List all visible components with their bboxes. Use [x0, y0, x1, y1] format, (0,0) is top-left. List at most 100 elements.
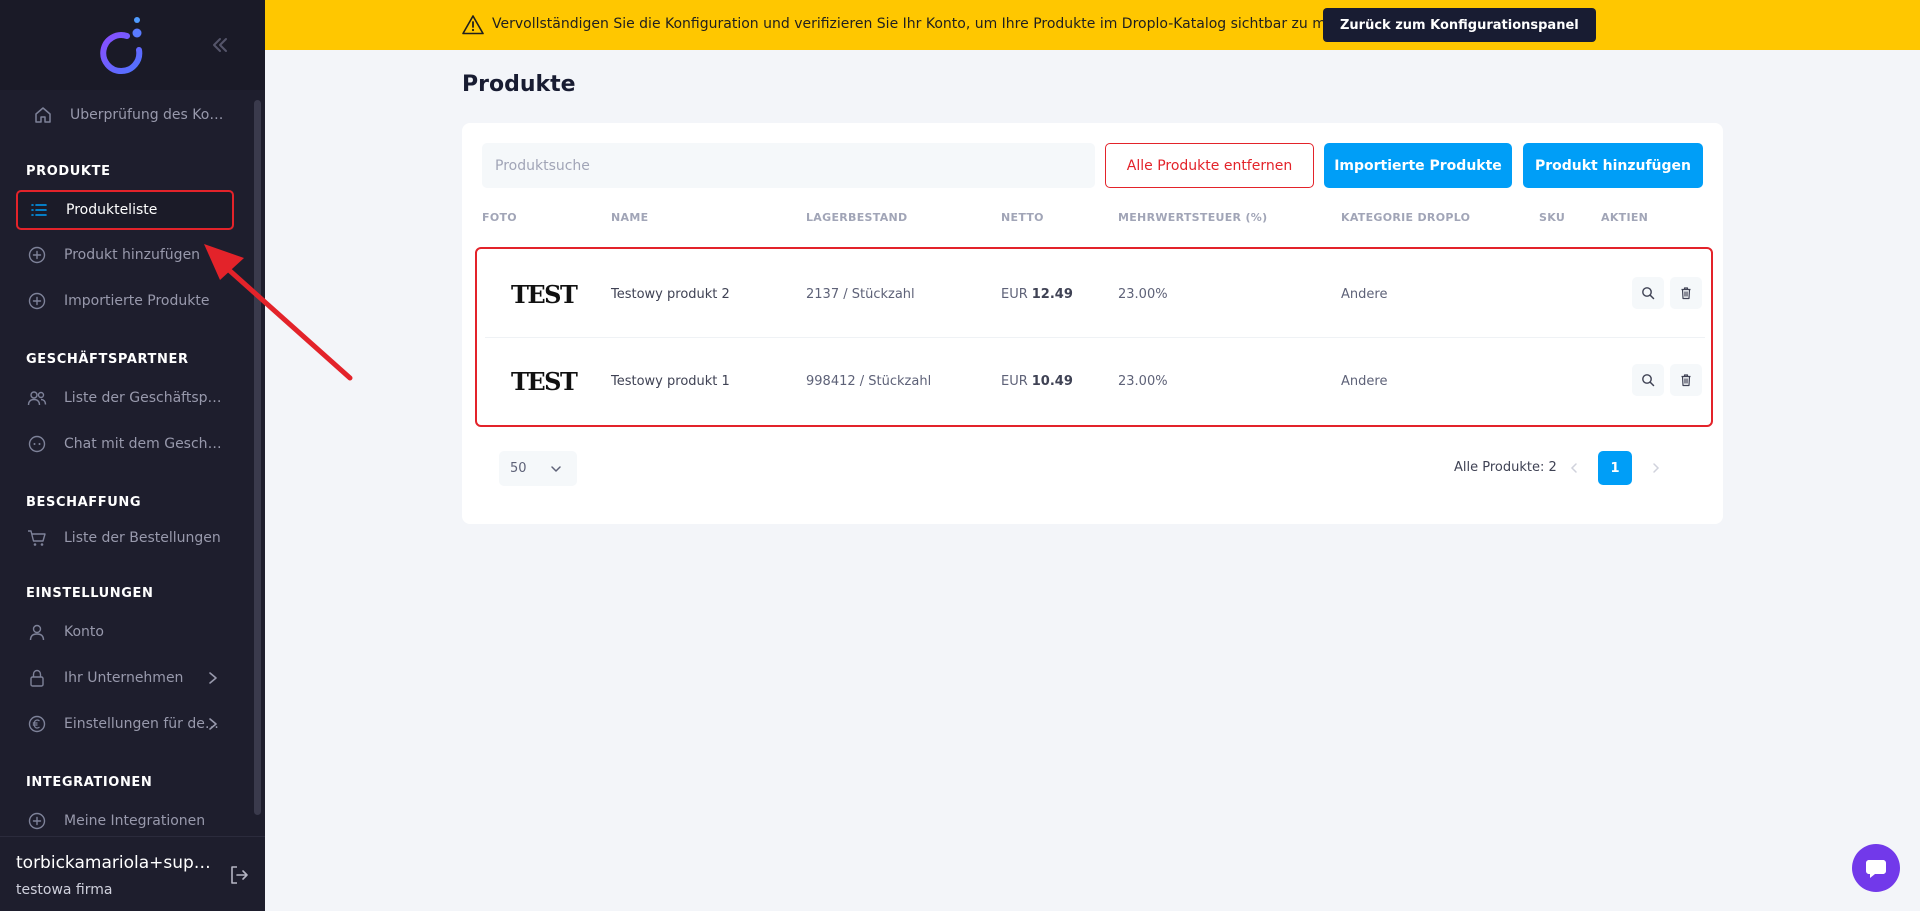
column-header-category[interactable]: KATEGORIE DROPLO [1341, 211, 1470, 224]
sidebar-item-account-review[interactable]: Überprüfung des Kontos [16, 95, 234, 135]
sidebar-item-order-list[interactable]: Liste der Bestellungen [16, 518, 234, 558]
imported-products-button[interactable]: Importierte Produkte [1324, 143, 1512, 188]
plus-circle-icon [26, 290, 48, 312]
total-products-count: Alle Produkte: 2 [1454, 460, 1557, 475]
list-icon [28, 199, 50, 221]
plus-circle-icon [26, 244, 48, 266]
delete-product-button[interactable] [1670, 277, 1702, 309]
plus-circle-icon [26, 810, 48, 832]
product-photo[interactable]: TEST [511, 338, 578, 424]
page-title: Produkte [462, 72, 576, 97]
sidebar-item-label: Liste der Bestellungen [64, 530, 221, 546]
sidebar-item-label: Meine Integrationen [64, 813, 206, 829]
sidebar-item-label: Liste der Geschäftspartner [64, 390, 224, 406]
page-size-select[interactable]: 50 [499, 451, 577, 486]
product-stock: 998412 / Stückzahl [806, 373, 932, 389]
product-net-price: EUR 10.49 [1001, 373, 1073, 389]
sidebar-item-company[interactable]: Ihr Unternehmen [16, 658, 234, 698]
sidebar-item-label: Produkteliste [66, 202, 158, 218]
back-to-configuration-button[interactable]: Zurück zum Konfigurationspanel [1323, 8, 1596, 42]
product-stock: 2137 / Stückzahl [806, 286, 915, 302]
sidebar-section-procurement: BESCHAFFUNG [26, 495, 142, 510]
column-header-photo: FOTO [482, 211, 517, 224]
chevron-right-icon [209, 672, 217, 684]
sidebar-header [0, 0, 265, 90]
sidebar-user-panel: torbickamariola+supplier testowa firma [0, 836, 265, 911]
view-product-button[interactable] [1632, 277, 1664, 309]
support-chat-button[interactable] [1852, 844, 1900, 892]
search-icon [1642, 287, 1655, 300]
euro-icon [26, 713, 48, 735]
sidebar-section-products: PRODUKTE [26, 164, 111, 179]
sidebar-item-partner-chat[interactable]: Chat mit dem Geschäftspartner [16, 424, 234, 464]
view-product-button[interactable] [1632, 364, 1664, 396]
collapse-sidebar-icon[interactable] [208, 34, 230, 56]
warning-icon [462, 15, 484, 35]
home-icon [32, 104, 54, 126]
column-header-vat[interactable]: MEHRWERTSTEUER (%) [1118, 211, 1267, 224]
products-table-body: TEST Testowy produkt 2 2137 / Stückzahl … [475, 247, 1713, 427]
pagination-prev-button[interactable] [1557, 451, 1591, 485]
sidebar-scrollbar[interactable] [254, 100, 261, 815]
pagination-page-button[interactable]: 1 [1598, 451, 1632, 485]
column-header-stock[interactable]: LAGERBESTAND [806, 211, 907, 224]
sidebar-item-label: Einstellungen für den Versand [64, 716, 224, 732]
sidebar-item-product-list[interactable]: Produkteliste [16, 190, 234, 230]
user-icon [26, 621, 48, 643]
chat-bubble-icon [26, 433, 48, 455]
column-header-sku[interactable]: SKU [1539, 211, 1565, 224]
sidebar-item-imported-products[interactable]: Importierte Produkte [16, 281, 234, 321]
trash-icon [1681, 374, 1691, 387]
product-name[interactable]: Testowy produkt 2 [611, 251, 730, 337]
products-card: Alle Produkte entfernen Importierte Prod… [462, 123, 1723, 524]
chevron-right-icon [209, 718, 217, 730]
column-header-name[interactable]: NAME [611, 211, 648, 224]
add-product-button[interactable]: Produkt hinzufügen [1523, 143, 1703, 188]
chevron-right-icon [1653, 463, 1660, 473]
product-name[interactable]: Testowy produkt 1 [611, 338, 730, 424]
sidebar-item-my-integrations[interactable]: Meine Integrationen [16, 801, 234, 841]
page-size-value: 50 [510, 461, 527, 476]
product-vat: 23.00% [1118, 373, 1168, 389]
sidebar-item-partner-list[interactable]: Liste der Geschäftspartner [16, 378, 234, 418]
trash-icon [1681, 287, 1691, 300]
pagination-next-button[interactable] [1639, 451, 1673, 485]
column-header-net[interactable]: NETTO [1001, 211, 1044, 224]
column-header-actions: AKTIEN [1601, 211, 1649, 224]
sidebar-item-label: Ihr Unternehmen [64, 670, 184, 686]
table-row[interactable]: TEST Testowy produkt 2 2137 / Stückzahl … [485, 251, 1705, 337]
product-vat: 23.00% [1118, 286, 1168, 302]
product-search-input[interactable] [482, 143, 1095, 188]
sidebar-item-add-product[interactable]: Produkt hinzufügen [16, 235, 234, 275]
table-row[interactable]: TEST Testowy produkt 1 998412 / Stückzah… [485, 337, 1705, 423]
droplo-logo[interactable] [97, 14, 147, 78]
sidebar-item-shipping-settings[interactable]: Einstellungen für den Versand [16, 704, 234, 744]
cart-icon [26, 527, 48, 549]
remove-all-products-button[interactable]: Alle Produkte entfernen [1105, 143, 1314, 188]
sidebar-section-integrations: INTEGRATIONEN [26, 775, 153, 790]
sidebar: Überprüfung des Kontos PRODUKTE Produkte… [0, 0, 265, 911]
configuration-warning-banner: Vervollständigen Sie die Konfiguration u… [265, 0, 1920, 50]
lock-icon [26, 667, 48, 689]
logout-icon[interactable] [228, 864, 250, 886]
chevron-left-icon [1570, 463, 1577, 473]
sidebar-item-account[interactable]: Konto [16, 612, 234, 652]
delete-product-button[interactable] [1670, 364, 1702, 396]
chat-bubble-icon [1866, 860, 1886, 878]
sidebar-item-label: Importierte Produkte [64, 293, 210, 309]
product-photo[interactable]: TEST [511, 251, 578, 337]
banner-text: Vervollständigen Sie die Konfiguration u… [492, 16, 1373, 32]
sidebar-section-settings: EINSTELLUNGEN [26, 586, 154, 601]
product-net-price: EUR 12.49 [1001, 286, 1073, 302]
product-category: Andere [1341, 373, 1388, 389]
sidebar-section-partners: GESCHÄFTSPARTNER [26, 352, 189, 367]
sidebar-item-label: Überprüfung des Kontos [70, 107, 230, 123]
user-company: testowa firma [16, 882, 113, 898]
sidebar-item-label: Konto [64, 624, 104, 640]
sidebar-item-label: Produkt hinzufügen [64, 247, 201, 263]
search-icon [1642, 374, 1655, 387]
users-icon [26, 387, 48, 409]
user-name: torbickamariola+supplier [16, 853, 221, 873]
sidebar-item-label: Chat mit dem Geschäftspartner [64, 436, 224, 452]
product-category: Andere [1341, 286, 1388, 302]
